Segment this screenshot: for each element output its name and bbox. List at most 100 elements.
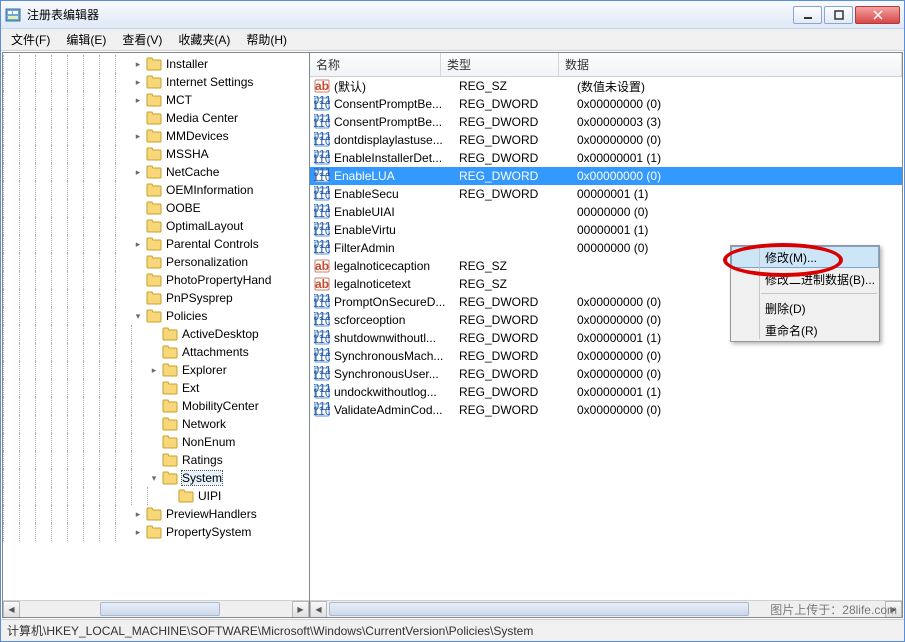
column-data[interactable]: 数据 [559,53,902,76]
tree-item[interactable]: Network [3,415,309,433]
tree-h-scrollbar[interactable]: ◀ ▶ [3,600,309,617]
tree-item[interactable]: Attachments [3,343,309,361]
value-type: REG_DWORD [459,313,577,327]
menu-help[interactable]: 帮助(H) [238,28,295,51]
tree-item[interactable]: Personalization [3,253,309,271]
menu-favorites[interactable]: 收藏夹(A) [170,28,238,51]
tree-item[interactable]: ▾System [3,469,309,487]
column-name[interactable]: 名称 [310,53,441,76]
expand-icon[interactable]: ▸ [131,75,145,89]
tree-item[interactable]: ▸Installer [3,55,309,73]
close-button[interactable] [855,6,900,24]
scroll-left-button[interactable]: ◀ [3,601,20,618]
tree-item[interactable]: ▸Internet Settings [3,73,309,91]
value-row[interactable]: 011110dontdisplaylastuse...REG_DWORD0x00… [310,131,902,149]
scroll-left-button[interactable]: ◀ [310,601,327,618]
maximize-button[interactable] [824,6,853,24]
expand-icon[interactable]: ▸ [131,525,145,539]
tree-item[interactable]: MobilityCenter [3,397,309,415]
tree-label: Personalization [166,255,248,269]
tree-item[interactable]: ActiveDesktop [3,325,309,343]
ctx-modify[interactable]: 修改(M)... [731,246,879,268]
status-path: 计算机\HKEY_LOCAL_MACHINE\SOFTWARE\Microsof… [7,622,533,639]
tree-item[interactable]: Media Center [3,109,309,127]
tree-item[interactable]: Ext [3,379,309,397]
value-data: 0x00000000 (0) [577,349,902,363]
expand-icon[interactable]: ▸ [131,57,145,71]
value-type: REG_DWORD [459,349,577,363]
value-row[interactable]: 011110EnableVirtu00000001 (1) [310,221,902,239]
tree-label: Parental Controls [166,237,259,251]
menu-view[interactable]: 查看(V) [114,28,170,51]
value-data: 0x00000000 (0) [577,133,902,147]
expand-icon[interactable]: ▸ [131,507,145,521]
value-row[interactable]: 011110EnableUIAI00000000 (0) [310,203,902,221]
 [163,489,177,503]
value-row[interactable]: 011110EnableInstallerDet...REG_DWORD0x00… [310,149,902,167]
expand-icon[interactable]: ▾ [131,309,145,323]
ctx-modify-binary[interactable]: 修改二进制数据(B)... [731,268,879,290]
tree-item[interactable]: OEMInformation [3,181,309,199]
tree-item[interactable]: ▸Explorer [3,361,309,379]
value-row[interactable]: 011110SynchronousMach...REG_DWORD0x00000… [310,347,902,365]
value-name: ConsentPromptBe... [334,97,459,111]
value-row[interactable]: 011110SynchronousUser...REG_DWORD0x00000… [310,365,902,383]
menu-file[interactable]: 文件(F) [3,28,58,51]
expand-icon[interactable]: ▾ [147,471,161,485]
svg-text:ab: ab [315,277,329,291]
titlebar[interactable]: 注册表编辑器 [1,1,904,29]
 [131,291,145,305]
expand-icon[interactable]: ▸ [147,363,161,377]
tree-item[interactable]: ▾Policies [3,307,309,325]
tree-item[interactable]: ▸PropertySystem [3,523,309,541]
tree-label: Ext [182,381,199,395]
expand-icon[interactable]: ▸ [131,129,145,143]
tree-item[interactable]: NonEnum [3,433,309,451]
tree-label: PreviewHandlers [166,507,257,521]
value-row[interactable]: 011110ConsentPromptBe...REG_DWORD0x00000… [310,113,902,131]
minimize-button[interactable] [793,6,822,24]
tree-item[interactable]: ▸NetCache [3,163,309,181]
value-name: EnableLUA [334,169,459,183]
value-row[interactable]: ab(默认)REG_SZ(数值未设置) [310,77,902,95]
tree-item[interactable]: ▸ PreviewHandlers [3,505,309,523]
menu-edit[interactable]: 编辑(E) [58,28,114,51]
watermark-text: 图片上传于：28life.com [770,601,897,618]
value-row[interactable]: 011110EnableLUAREG_DWORD0x00000000 (0) [310,167,902,185]
column-type[interactable]: 类型 [441,53,559,76]
expand-icon[interactable]: ▸ [131,237,145,251]
tree-item[interactable]: OptimalLayout [3,217,309,235]
value-row[interactable]: 011110EnableSecuREG_DWORD00000001 (1) [310,185,902,203]
tree-item[interactable]: ▸MMDevices [3,127,309,145]
tree-item[interactable]: PhotoPropertyHand [3,271,309,289]
tree-item[interactable]: ▸MCT [3,91,309,109]
value-data: 0x00000000 (0) [577,403,902,417]
value-row[interactable]: 011110ValidateAdminCod...REG_DWORD0x0000… [310,401,902,419]
value-data: 0x00000003 (3) [577,115,902,129]
tree-item[interactable]: MSSHA [3,145,309,163]
expand-icon[interactable]: ▸ [131,165,145,179]
value-row[interactable]: 011110undockwithoutlog...REG_DWORD0x0000… [310,383,902,401]
value-name: legalnoticecaption [334,259,459,273]
tree-item[interactable]: ▸ Parental Controls [3,235,309,253]
tree-item[interactable]: PnPSysprep [3,289,309,307]
tree-item[interactable]: OOBE [3,199,309,217]
list-scroll-thumb[interactable] [329,602,749,616]
svg-text:110: 110 [314,314,330,328]
tree-item[interactable]: UIPI [3,487,309,505]
scroll-right-button[interactable]: ▶ [292,601,309,618]
tree-scroll[interactable]: ▸Installer▸Internet Settings▸MCTMedia Ce… [3,53,309,600]
value-type: REG_DWORD [459,133,577,147]
expand-icon[interactable]: ▸ [131,93,145,107]
tree-scroll-thumb[interactable] [100,602,220,616]
value-data: 00000001 (1) [577,223,902,237]
value-row[interactable]: 011110ConsentPromptBe...REG_DWORD0x00000… [310,95,902,113]
tree-label: MSSHA [166,147,209,161]
value-name: (默认) [334,78,459,95]
registry-editor-window: 注册表编辑器 文件(F) 编辑(E) 查看(V) 收藏夹(A) 帮助(H) ▸I… [0,0,905,642]
ctx-rename[interactable]: 重命名(R) [731,319,879,341]
ctx-delete[interactable]: 删除(D) [731,297,879,319]
value-name: ValidateAdminCod... [334,403,459,417]
tree-item[interactable]: Ratings [3,451,309,469]
tree-label: UIPI [198,489,221,503]
